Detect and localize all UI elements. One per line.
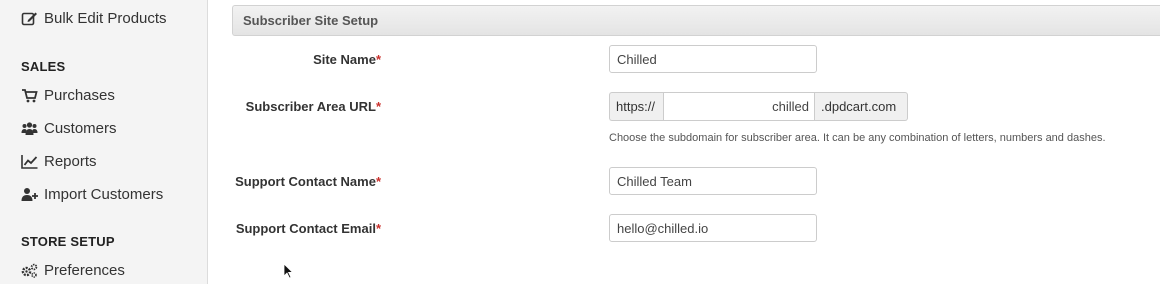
sidebar-item-label: Import Customers bbox=[44, 186, 164, 203]
support-email-input[interactable] bbox=[609, 214, 817, 242]
line-chart-icon bbox=[21, 155, 38, 169]
panel-header: Subscriber Site Setup bbox=[232, 5, 1160, 36]
sidebar-item-label: Customers bbox=[44, 120, 117, 137]
users-icon bbox=[21, 122, 38, 135]
sidebar-item-preferences[interactable]: Preferences bbox=[21, 262, 125, 279]
support-name-label-text: Support Contact Name bbox=[235, 174, 376, 189]
support-name-label: Support Contact Name* bbox=[235, 174, 381, 189]
cart-icon bbox=[22, 89, 38, 103]
site-name-input[interactable] bbox=[609, 45, 817, 73]
subscriber-url-label: Subscriber Area URL* bbox=[246, 99, 381, 114]
section-heading-sales: SALES bbox=[21, 59, 66, 74]
user-plus-icon bbox=[21, 188, 38, 201]
support-email-label-text: Support Contact Email bbox=[235, 221, 376, 236]
sidebar-item-purchases[interactable]: Purchases bbox=[21, 87, 115, 104]
section-heading-store-setup: STORE SETUP bbox=[21, 234, 115, 249]
subscriber-url-group: https:// .dpdcart.com bbox=[609, 92, 908, 121]
support-name-input[interactable] bbox=[609, 167, 817, 195]
sidebar-item-bulk-edit-products[interactable]: Bulk Edit Products bbox=[21, 10, 167, 27]
required-mark: * bbox=[375, 174, 381, 189]
subscriber-url-label-text: Subscriber Area URL bbox=[245, 99, 376, 114]
site-name-label-text: Site Name bbox=[313, 52, 376, 67]
sidebar-item-label: Bulk Edit Products bbox=[44, 10, 167, 27]
required-mark: * bbox=[375, 99, 381, 114]
subdomain-input[interactable] bbox=[663, 92, 815, 121]
url-suffix: .dpdcart.com bbox=[815, 92, 908, 121]
sidebar-item-label: Preferences bbox=[44, 262, 125, 279]
sidebar: Bulk Edit Products SALES Purchases Custo… bbox=[0, 0, 208, 284]
support-email-label: Support Contact Email* bbox=[236, 221, 381, 236]
required-mark: * bbox=[375, 52, 381, 67]
sidebar-item-customers[interactable]: Customers bbox=[21, 120, 117, 137]
subdomain-help-text: Choose the subdomain for subscriber area… bbox=[609, 132, 1106, 144]
site-name-label: Site Name* bbox=[313, 52, 381, 67]
sidebar-item-label: Reports bbox=[44, 153, 97, 170]
gears-icon bbox=[21, 263, 38, 278]
sidebar-item-label: Purchases bbox=[44, 87, 115, 104]
required-mark: * bbox=[375, 221, 381, 236]
sidebar-item-reports[interactable]: Reports bbox=[21, 153, 97, 170]
edit-icon bbox=[21, 12, 37, 26]
main-content: Subscriber Site Setup Site Name* Subscri… bbox=[209, 0, 1160, 284]
sidebar-item-import-customers[interactable]: Import Customers bbox=[21, 186, 163, 203]
mouse-cursor-icon bbox=[283, 263, 293, 279]
url-prefix: https:// bbox=[609, 92, 663, 121]
